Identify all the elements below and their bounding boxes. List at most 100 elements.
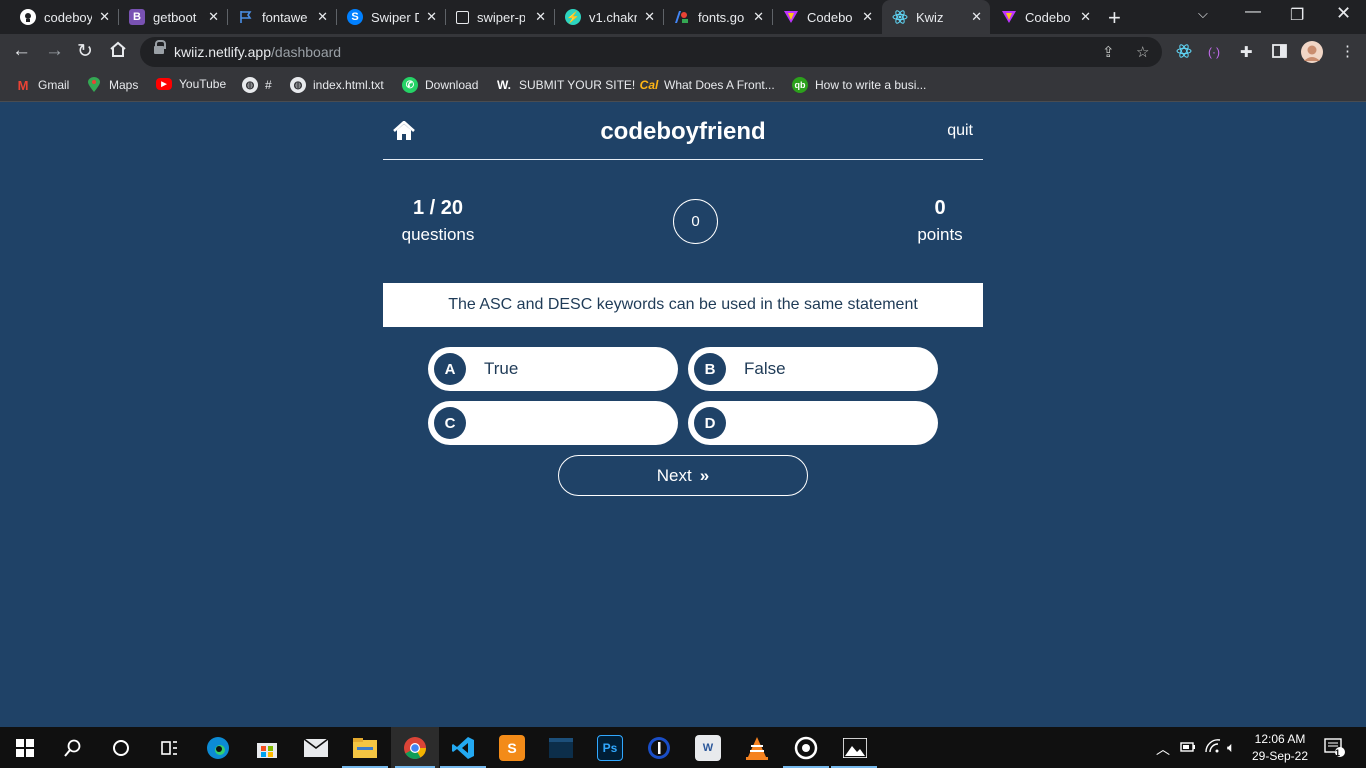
react-devtools-extension-icon[interactable] [1176,43,1192,63]
bookmark-submit-site[interactable]: W. SUBMIT YOUR SITE! [496,77,635,93]
battery-icon[interactable] [1180,740,1196,756]
youtube-icon: ▶ [156,78,172,90]
close-tab-icon[interactable]: ✕ [317,9,328,25]
start-icon[interactable] [12,735,38,761]
obs-icon[interactable] [793,735,819,761]
chrome-menu-icon[interactable]: ⋮ [1340,42,1355,60]
next-button[interactable]: Next » [558,455,808,496]
cortana-icon[interactable] [108,735,134,761]
question-text: The ASC and DESC keywords can be used in… [383,283,983,327]
option-a[interactable]: A True [428,347,678,391]
system-clock[interactable]: 12:06 AM 29-Sep-22 [1248,731,1312,765]
close-tab-icon[interactable]: ✕ [753,9,764,25]
profile-avatar[interactable] [1301,41,1323,67]
volume-icon[interactable]: 🔈︎ [1227,739,1235,756]
close-tab-icon[interactable]: ✕ [971,9,982,25]
windows-taskbar: S Ps W ︿ 🔈︎ 12:06 AM 29-Sep-22 1 [0,727,1366,768]
bookmark-gmail[interactable]: M Gmail [15,77,70,93]
word-icon[interactable]: W [695,735,721,761]
option-d[interactable]: D [688,401,938,445]
minimize-icon[interactable]: — [1245,3,1261,21]
close-tab-icon[interactable]: ✕ [426,9,437,25]
quit-link[interactable]: quit [947,122,973,140]
tab-chakra[interactable]: ⚡ v1.chakr ✕ [555,0,663,34]
extension-icon[interactable]: (·) [1208,45,1220,59]
bookmark-youtube[interactable]: ▶ YouTube [156,77,226,91]
bookmark-index-html[interactable]: ◍ index.html.txt [290,77,384,93]
new-tab-plus-icon[interactable]: + [1108,5,1121,31]
close-tab-icon[interactable]: ✕ [644,9,655,25]
notification-count: 1 [1335,748,1341,758]
chrome-icon[interactable] [402,735,428,761]
bookmark-star-icon[interactable]: ☆ [1136,43,1149,61]
question-progress: 1 / 20 questions [398,197,478,245]
points-label: points [917,225,963,244]
tab-fontawesome[interactable]: fontawe ✕ [228,0,336,34]
photos-icon[interactable] [842,735,868,761]
share-icon[interactable]: ⇪ [1102,43,1115,61]
search-icon[interactable] [60,735,86,761]
reload-icon[interactable]: ↻ [77,40,93,63]
vlc-icon[interactable] [744,735,770,761]
points-display: 0 points [905,197,975,245]
google-fonts-icon [674,9,690,25]
close-window-icon[interactable]: ✕ [1336,3,1351,24]
tab-title: Codebo [1025,9,1071,25]
tab-search-chevron-icon[interactable]: ⌵ [1198,6,1208,22]
file-explorer-icon[interactable] [352,735,378,761]
close-tab-icon[interactable]: ✕ [208,9,219,25]
tab-swiper-demos[interactable]: S Swiper D ✕ [337,0,445,34]
progress-count: 1 / 20 [412,197,464,219]
bookmark-frontend[interactable]: Cal What Does A Front... [640,77,775,93]
tab-codeboy-github[interactable]: codeboy ✕ [10,0,118,34]
option-b[interactable]: B False [688,347,938,391]
terminal-icon[interactable] [548,735,574,761]
puzzle-extensions-icon[interactable]: ✚ [1240,43,1253,61]
option-c[interactable]: C [428,401,678,445]
home-button-icon[interactable] [109,41,127,64]
option-letter: D [694,407,726,439]
gmail-icon: M [17,77,29,93]
address-bar[interactable]: kwiiz.netlify.app/dashboard ⇪ ☆ [140,37,1162,67]
side-panel-icon[interactable] [1272,44,1287,62]
swiper-icon: S [347,9,363,25]
wifi-icon[interactable] [1205,739,1221,756]
tab-title: v1.chakr [589,9,637,25]
bookmark-download[interactable]: ✆ Download [402,77,478,93]
tab-codeboy-vite-2[interactable]: Codebo ✕ [991,0,1099,34]
tab-codeboy-vite[interactable]: Codebo ✕ [773,0,881,34]
photoshop-icon[interactable]: Ps [597,735,623,761]
bookmark-label: # [265,78,272,92]
bookmarks-bar: M Gmail Maps ▶ YouTube ◍ # ◍ index.html.txt … [0,70,1366,102]
tab-swiper-p[interactable]: swiper-p ✕ [446,0,554,34]
back-arrow-icon[interactable]: ← [12,40,31,62]
vscode-icon[interactable] [450,735,476,761]
close-tab-icon[interactable]: ✕ [862,9,873,25]
mail-icon[interactable] [303,735,329,761]
forward-arrow-icon[interactable]: → [45,40,64,62]
progress-label: questions [401,225,475,244]
edge-icon[interactable] [205,735,231,761]
app-1-icon[interactable] [646,735,672,761]
task-view-icon[interactable] [156,735,182,761]
tab-kwiz-active[interactable]: Kwiz ✕ [882,0,990,34]
close-tab-icon[interactable]: ✕ [1080,9,1091,25]
close-tab-icon[interactable]: ✕ [535,9,546,25]
url-text[interactable]: kwiiz.netlify.app/dashboard [174,44,341,60]
sublime-icon[interactable]: S [499,735,525,761]
tab-getbootstrap[interactable]: B getboot ✕ [119,0,227,34]
globe-icon: ◍ [242,77,258,93]
tab-title: codeboy [44,9,92,25]
brand-title: codeboyfriend [600,118,766,145]
bookmark-label: What Does A Front... [664,78,775,92]
close-tab-icon[interactable]: ✕ [99,9,110,25]
tab-title: Kwiz [916,9,944,25]
quiz-app: codeboyfriend quit 1 / 20 questions 0 0 … [0,103,1366,727]
bookmark-maps[interactable]: Maps [86,77,138,93]
store-icon[interactable] [254,735,280,761]
tab-google-fonts[interactable]: fonts.go ✕ [664,0,772,34]
bookmark-hash[interactable]: ◍ # [242,77,272,93]
restore-icon[interactable]: ❐ [1290,5,1304,25]
bookmark-business[interactable]: qb How to write a busi... [792,77,926,93]
show-hidden-icons-chevron-icon[interactable]: ︿ [1156,739,1170,759]
